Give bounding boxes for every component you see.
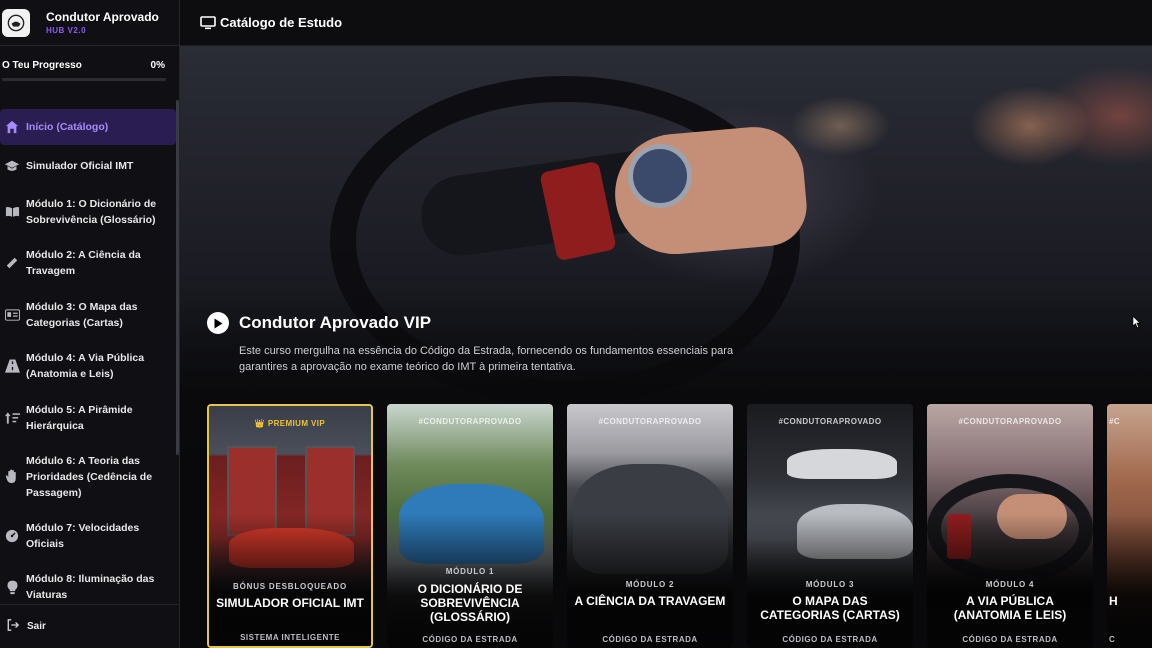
card-gradient [1107,404,1152,648]
road-icon [4,358,20,374]
card-kicker: MÓDULO 4 [985,580,1035,589]
sidebar-item-label: Módulo 7: Velocidades Oficiais [26,521,140,550]
play-icon[interactable] [207,312,229,334]
module-card-simulador[interactable]: 👑 PREMIUM VIP BÓNUS DESBLOQUEADO SIMULAD… [207,404,373,648]
graduation-cap-icon [4,158,20,174]
brand-version: HUB V2.0 [46,26,87,35]
hand-icon [4,469,20,485]
card-tag: #CONDUTORAPROVADO [778,417,882,426]
mouse-cursor-icon [1132,315,1141,334]
logout-icon [7,619,20,634]
card-tag: 👑 PREMIUM VIP [254,419,326,428]
module-card-2[interactable]: #CONDUTORAPROVADO MÓDULO 2 A CIÊNCIA DA … [567,404,733,648]
home-icon [4,119,20,135]
card-title: A CIÊNCIA DA TRAVAGEM [574,594,726,608]
hero-info: Condutor Aprovado VIP Este curso mergulh… [207,312,759,375]
card-title: O MAPA DAS CATEGORIAS (CARTAS) [760,594,900,622]
card-subtitle: CÓDIGO DA ESTRADA [602,635,698,644]
card-kicker: MÓDULO 2 [625,580,675,589]
sidebar-item-modulo-2[interactable]: Módulo 2: A Ciência da Travagem [0,237,176,289]
app-root: Condutor Aprovado HUB V2.0 O Teu Progres… [0,0,1152,648]
card-subtitle: CÓDIGO DA ESTRADA [782,635,878,644]
card-title: H [1109,594,1118,608]
card-kicker: BÓNUS DESBLOQUEADO [233,582,347,591]
logout-label: Sair [27,621,46,632]
sidebar-item-label: Módulo 1: O Dicionário de Sobrevivência … [26,198,157,226]
hero-description: Este curso mergulha na essência do Códig… [239,345,734,373]
sidebar-item-modulo-4[interactable]: Módulo 4: A Via Pública (Anatomia e Leis… [0,340,176,392]
sidebar-item-modulo-7[interactable]: Módulo 7: Velocidades Oficiais [0,510,176,561]
sidebar-item-label: Módulo 6: A Teoria das Prioridades (Cedê… [26,454,153,499]
sidebar-item-label: Módulo 8: Iluminação das Viaturas [26,573,155,601]
module-card-3[interactable]: #CONDUTORAPROVADO MÓDULO 3 O MAPA DAS CA… [747,404,913,648]
id-card-icon [4,307,20,323]
lightbulb-icon [4,579,20,595]
hero-title: Condutor Aprovado VIP [239,313,432,332]
card-gradient [567,404,733,648]
progress-value: 0% [150,60,165,71]
book-open-icon [4,204,20,220]
card-tag: #CONDUTORAPROVADO [958,417,1062,426]
sidebar-item-label: Simulador Oficial IMT [26,160,134,172]
sort-icon [4,410,20,426]
progress-label: O Teu Progresso [2,60,82,71]
ruler-icon [4,255,20,271]
sidebar-item-modulo-3[interactable]: Módulo 3: O Mapa das Categorias (Cartas) [0,289,176,340]
sidebar-item-modulo-6[interactable]: Módulo 6: A Teoria das Prioridades (Cedê… [0,443,176,510]
topbar: Catálogo de Estudo [180,0,1152,46]
module-card-4[interactable]: #CONDUTORAPROVADO MÓDULO 4 A VIA PÚBLICA… [927,404,1093,648]
monitor-icon [200,15,216,30]
page-title: Catálogo de Estudo [220,15,343,30]
sidebar-nav: Início (Catálogo) Simulador Oficial IMT … [0,109,176,613]
card-tag: #C [1109,417,1121,426]
sidebar-scrollbar[interactable] [176,100,179,455]
card-tag: #CONDUTORAPROVADO [598,417,702,426]
logout-button[interactable]: Sair [0,604,179,648]
hero-banner: Condutor Aprovado VIP Este curso mergulh… [180,46,1152,648]
gauge-icon [4,528,20,544]
module-carousel: 👑 PREMIUM VIP BÓNUS DESBLOQUEADO SIMULAD… [207,404,1152,648]
module-card-1[interactable]: #CONDUTORAPROVADO MÓDULO 1 O DICIONÁRIO … [387,404,553,648]
card-gradient [209,406,371,646]
sidebar-item-label: Módulo 2: A Ciência da Travagem [26,249,141,277]
brand-logo [2,8,30,37]
card-title: A VIA PÚBLICA (ANATOMIA E LEIS) [953,594,1067,622]
card-subtitle: C [1109,635,1116,644]
brand-header[interactable]: Condutor Aprovado HUB V2.0 [0,0,179,46]
sidebar-item-inicio[interactable]: Início (Catálogo) [0,109,176,145]
card-title: SIMULADOR OFICIAL IMT [216,596,364,610]
card-kicker: MÓDULO 3 [805,580,855,589]
card-title: O DICIONÁRIO DE SOBREVIVÊNCIA (GLOSSÁRIO… [417,582,523,624]
sidebar: Condutor Aprovado HUB V2.0 O Teu Progres… [0,0,180,648]
sidebar-item-label: Módulo 5: A Pirâmide Hierárquica [26,403,133,432]
sidebar-item-simulador[interactable]: Simulador Oficial IMT [0,145,176,187]
card-subtitle: CÓDIGO DA ESTRADA [962,635,1058,644]
progress-bar [2,78,166,81]
sidebar-item-modulo-1[interactable]: Módulo 1: O Dicionário de Sobrevivência … [0,187,176,237]
card-subtitle: CÓDIGO DA ESTRADA [422,635,518,644]
card-tag: #CONDUTORAPROVADO [418,417,522,426]
sidebar-item-modulo-5[interactable]: Módulo 5: A Pirâmide Hierárquica [0,392,176,443]
sidebar-item-label: Módulo 4: A Via Pública (Anatomia e Leis… [26,352,145,380]
module-card-5[interactable]: #C H C [1107,404,1152,648]
brand-title: Condutor Aprovado [46,10,159,24]
sidebar-item-label: Módulo 3: O Mapa das Categorias (Cartas) [26,300,138,329]
card-subtitle: SISTEMA INTELIGENTE [240,633,340,642]
sidebar-item-label: Início (Catálogo) [26,121,109,133]
card-kicker: MÓDULO 1 [445,567,495,576]
